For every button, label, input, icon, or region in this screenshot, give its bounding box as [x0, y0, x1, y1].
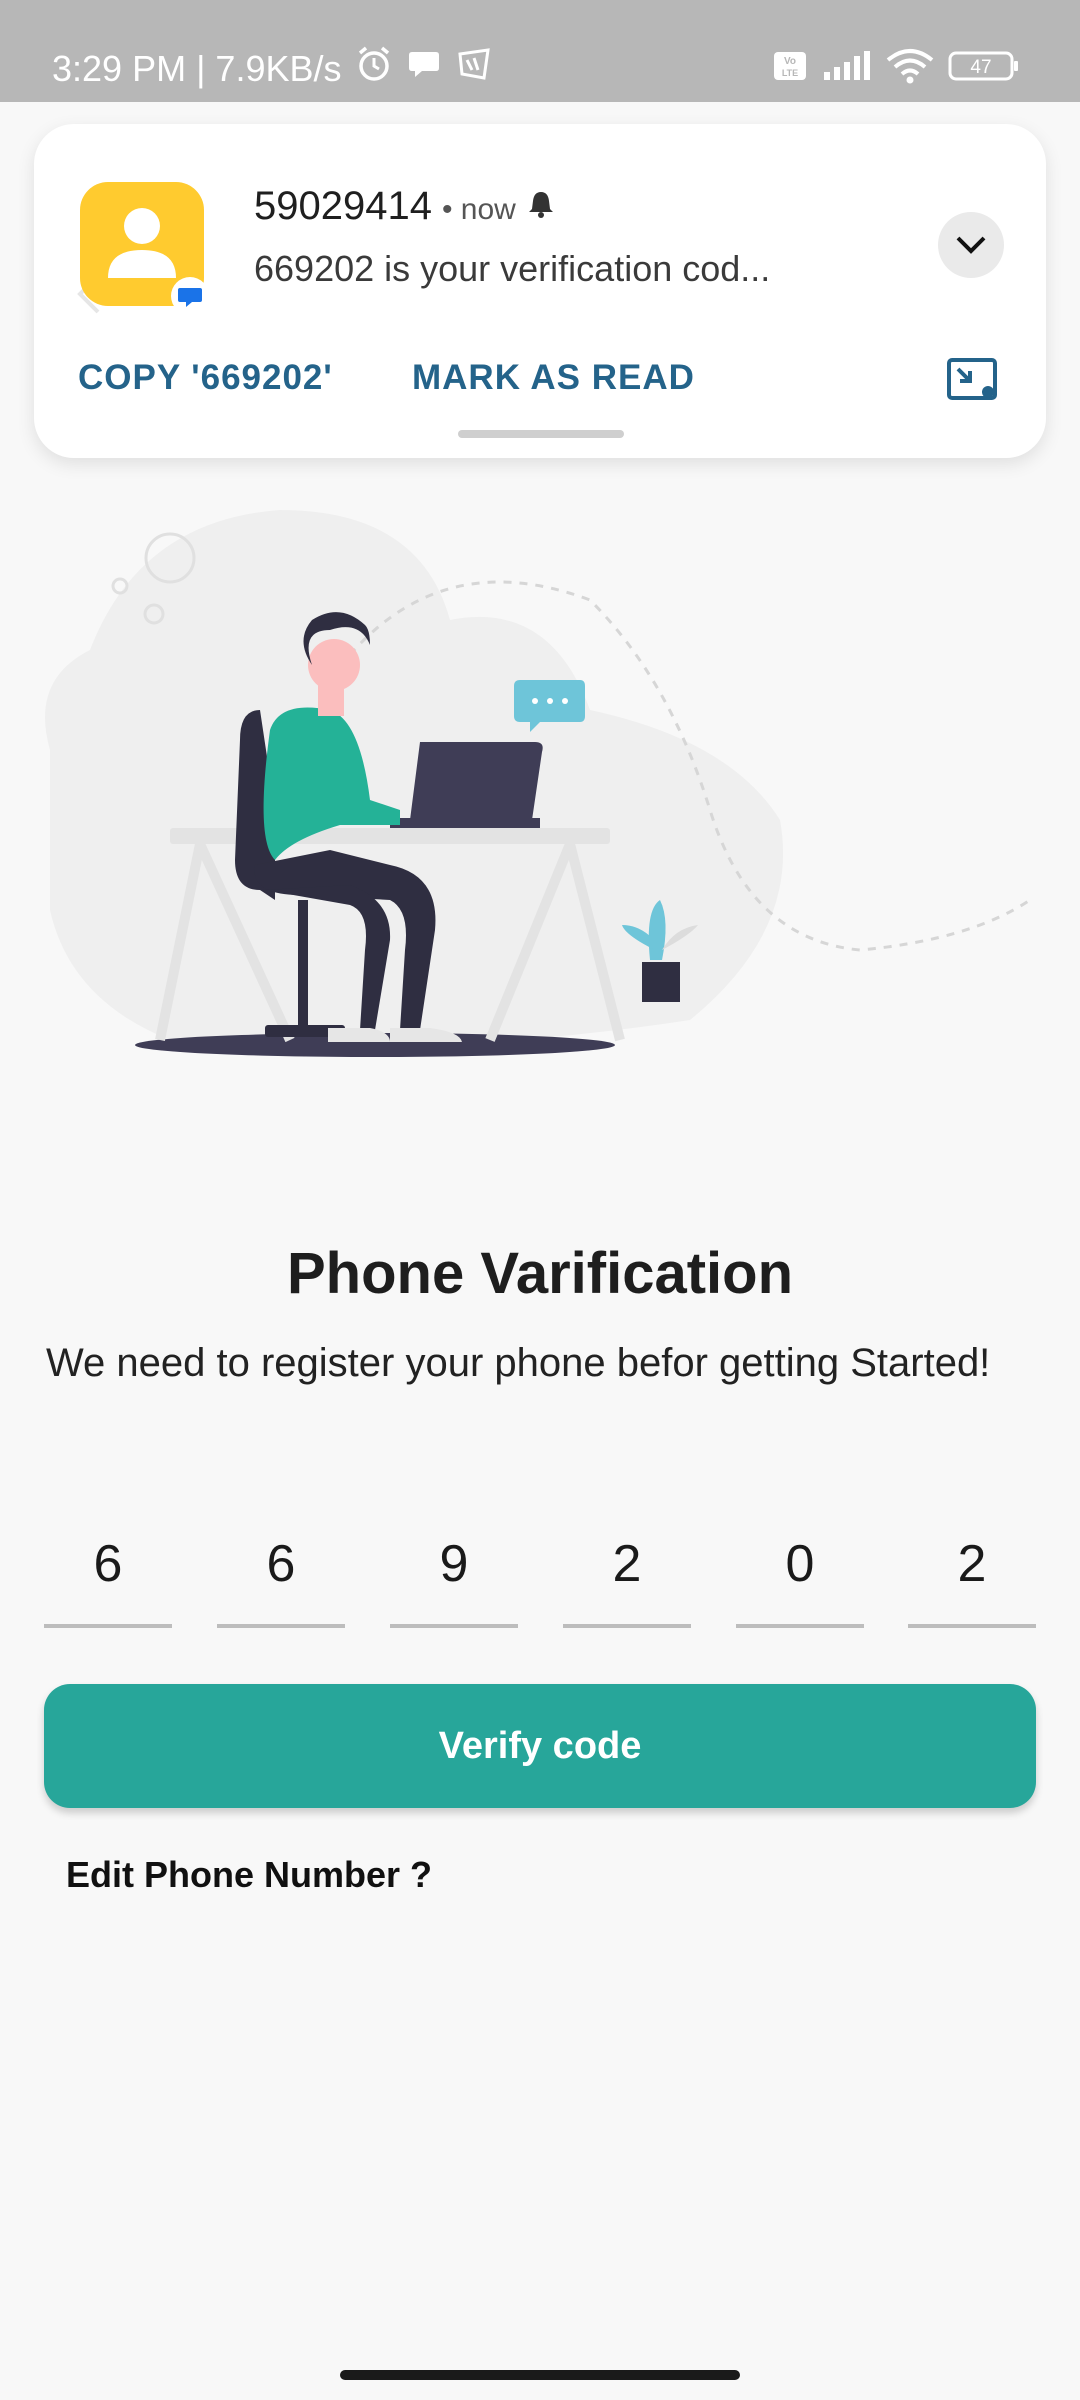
notification-message: 669202 is your verification cod...	[254, 248, 771, 289]
otp-digit-2[interactable]: 6	[217, 1528, 345, 1628]
edit-phone-number-link[interactable]: Edit Phone Number ?	[66, 1854, 432, 1896]
mark-as-read-button[interactable]: MARK AS READ	[412, 358, 695, 398]
otp-digit-3[interactable]: 9	[390, 1528, 518, 1628]
notification-header: 59029414 • now	[254, 184, 556, 229]
otp-digit-4[interactable]: 2	[563, 1528, 691, 1628]
otp-digit-1[interactable]: 6	[44, 1528, 172, 1628]
otp-digit-5[interactable]: 0	[736, 1528, 864, 1628]
wifi-icon	[886, 48, 934, 89]
otp-digit-6[interactable]: 2	[908, 1528, 1036, 1628]
page-title: Phone Varification	[287, 1241, 793, 1306]
notification-time: • now	[441, 193, 516, 226]
bell-icon	[526, 184, 556, 229]
status-bar: 3:29 PM | 7.9KB/s Vo LTE 47	[0, 0, 1080, 102]
person-at-laptop-illustration	[45, 510, 1031, 1057]
status-left: 3:29 PM | 7.9KB/s	[52, 44, 494, 93]
contact-avatar	[80, 182, 209, 315]
app-badge-icon	[454, 44, 494, 93]
battery-icon: 47	[948, 50, 1020, 87]
verify-code-button[interactable]: Verify code	[44, 1684, 1036, 1808]
chevron-down-icon	[956, 236, 986, 254]
alarm-icon	[354, 44, 394, 93]
signal-icon	[822, 50, 872, 87]
status-right: Vo LTE 47	[772, 48, 1020, 89]
sms-notification[interactable]: 59029414 • now 669202 is your verificati…	[34, 124, 1046, 458]
sender-number: 59029414	[254, 184, 432, 228]
messages-badge-icon	[171, 277, 209, 315]
expand-button[interactable]	[938, 212, 1004, 278]
svg-text:47: 47	[970, 57, 991, 78]
status-time: 3:29 PM | 7.9KB/s	[52, 47, 342, 89]
drag-handle[interactable]	[458, 430, 624, 438]
page-subtitle: We need to register your phone befor get…	[46, 1341, 991, 1385]
home-indicator[interactable]	[340, 2370, 740, 2380]
svg-text:LTE: LTE	[782, 68, 798, 78]
chat-bubble-icon	[406, 46, 442, 91]
otp-input-row: 6 6 9 2 0 2	[44, 1528, 1036, 1628]
svg-text:Vo: Vo	[784, 56, 796, 67]
volte-icon: Vo LTE	[772, 50, 808, 87]
copy-code-button[interactable]: COPY '669202'	[78, 358, 333, 398]
popout-icon[interactable]	[946, 356, 1000, 409]
